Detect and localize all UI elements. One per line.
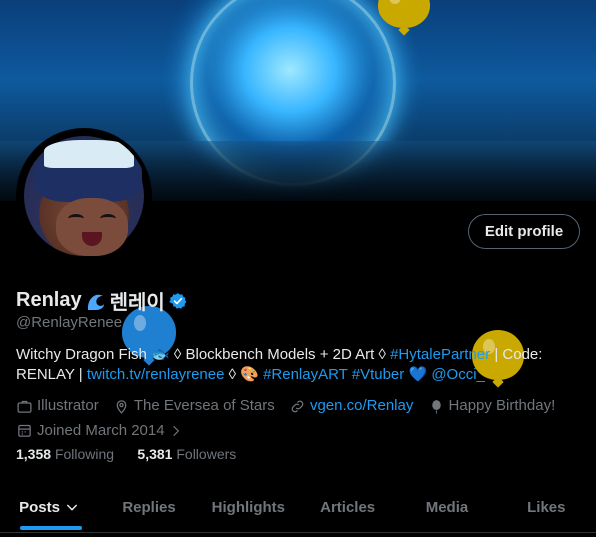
following-count[interactable]: 1,358 Following xyxy=(16,446,114,462)
tab-media[interactable]: Media xyxy=(397,486,496,530)
tab-posts[interactable]: Posts xyxy=(0,486,99,530)
tabs-divider xyxy=(0,532,596,533)
verified-badge-icon[interactable] xyxy=(168,292,187,310)
profile-bio: Witchy Dragon Fish 🐟 ◊ Blockbench Models… xyxy=(16,345,586,385)
profile-name: Renlay 렌레이 xyxy=(16,286,187,315)
blue-heart-icon: 💙 xyxy=(408,366,428,383)
profile-handle: @RenlayRenee xyxy=(16,314,123,331)
active-tab-indicator xyxy=(19,526,82,530)
bio-line-2: RENLAY | twitch.tv/renlayrenee ◊ 🎨 #Renl… xyxy=(16,366,485,383)
website-link[interactable]: vgen.co/Renlay xyxy=(310,396,413,416)
website-item[interactable]: vgen.co/Renlay xyxy=(289,396,413,416)
tab-highlights[interactable]: Highlights xyxy=(199,486,298,530)
display-name-korean: 렌레이 xyxy=(109,292,165,314)
profession-item: Illustrator xyxy=(16,396,99,416)
twitch-link[interactable]: twitch.tv/renlayrenee xyxy=(87,366,225,383)
edit-profile-button[interactable]: Edit profile xyxy=(468,214,580,249)
location-item: The Eversea of Stars xyxy=(113,396,275,416)
avatar[interactable] xyxy=(16,128,152,264)
profile-meta: Illustrator The Eversea of Stars vgen.co… xyxy=(16,396,586,445)
mention-occi[interactable]: @Occi_ xyxy=(431,366,485,383)
followers-count[interactable]: 5,381 Followers xyxy=(137,446,236,462)
calendar-icon xyxy=(18,424,31,437)
briefcase-icon xyxy=(17,400,32,413)
bio-line-1: Witchy Dragon Fish 🐟 ◊ Blockbench Models… xyxy=(16,346,543,363)
joined-item: Joined March 2014 xyxy=(16,421,183,441)
chevron-right-icon[interactable] xyxy=(169,424,183,438)
tab-replies[interactable]: Replies xyxy=(99,486,198,530)
location-pin-icon xyxy=(116,399,127,414)
display-name: Renlay xyxy=(16,289,82,311)
hashtag-hytalepartner[interactable]: #HytalePartner xyxy=(390,346,490,363)
tab-likes[interactable]: Likes xyxy=(497,486,596,530)
hashtag-vtuber[interactable]: #Vtuber xyxy=(352,366,405,383)
fish-icon: 🐟 xyxy=(151,346,170,363)
follow-counts: 1,358 Following 5,381 Followers xyxy=(16,446,236,462)
hashtag-renlayart[interactable]: #RenlayART xyxy=(263,366,348,383)
profile-tabs: Posts Replies Highlights Articles Media … xyxy=(0,486,596,530)
link-icon xyxy=(291,400,304,412)
wave-icon xyxy=(87,294,104,310)
balloon-icon xyxy=(431,399,441,414)
chevron-down-icon[interactable] xyxy=(64,499,80,515)
birthday-item: Happy Birthday! xyxy=(428,396,555,416)
tab-articles[interactable]: Articles xyxy=(298,486,397,530)
